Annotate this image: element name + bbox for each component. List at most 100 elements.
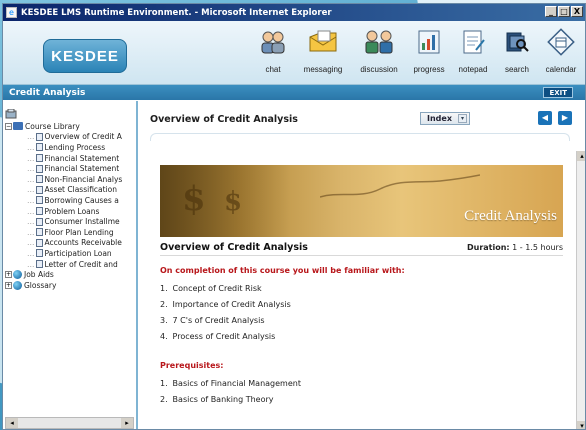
collapse-box-icon[interactable]: −: [5, 122, 12, 130]
library-icon: [5, 109, 17, 119]
objective-text: Importance of Credit Analysis: [172, 300, 291, 309]
tree-item[interactable]: … Non-Financial Analys: [5, 174, 136, 185]
scroll-right-arrow-icon[interactable]: ▸: [121, 418, 133, 428]
notepad-button[interactable]: notepad: [451, 25, 495, 74]
chat-button[interactable]: chat: [251, 25, 295, 74]
notepad-label: notepad: [458, 65, 488, 74]
expand-box-icon[interactable]: +: [5, 281, 12, 289]
course-title: Credit Analysis: [9, 87, 86, 98]
tree-item-label: Financial Statement: [44, 164, 120, 174]
tree-item-label: Consumer Installme: [44, 217, 120, 227]
tree-item-label: Accounts Receivable: [44, 238, 122, 248]
page-icon: [35, 249, 43, 258]
lesson-content: $ $ Credit Analysis Overview of Credit A…: [160, 143, 563, 429]
expand-box-icon[interactable]: +: [5, 271, 12, 279]
page-icon: [35, 185, 43, 194]
tree-group-job-aids[interactable]: + Job Aids: [5, 269, 136, 280]
tree-item-label: Overview of Credit A: [44, 132, 122, 142]
list-item: 2. Importance of Credit Analysis: [160, 297, 563, 313]
folder-icon: [13, 122, 23, 131]
maximize-button[interactable]: □: [558, 6, 570, 17]
dollar-sign-graphic: $: [224, 187, 243, 217]
tree-item-label: Letter of Credit and: [44, 259, 118, 269]
messaging-button[interactable]: messaging: [295, 25, 351, 74]
globe-icon: [13, 270, 22, 280]
content-pane: Overview of Credit Analysis Index ▾ ◀ ▶ …: [140, 101, 585, 429]
page-icon: [35, 196, 43, 205]
exit-button[interactable]: EXIT: [543, 87, 573, 98]
chat-label: chat: [265, 65, 281, 74]
tree-item-label: Asset Classification: [44, 185, 118, 195]
list-item: 2. Basics of Banking Theory: [160, 392, 563, 408]
objective-text: Concept of Credit Risk: [172, 284, 262, 293]
tree-item[interactable]: … Borrowing Causes a: [5, 195, 136, 206]
duration-label: Duration:: [466, 243, 510, 252]
tree-item[interactable]: … Participation Loan: [5, 248, 136, 259]
tree-item[interactable]: … Floor Plan Lending: [5, 227, 136, 238]
calendar-icon: [547, 28, 575, 56]
course-header-row: Overview of Credit Analysis Duration: 1 …: [160, 240, 563, 256]
duration-value: 1 - 1.5 hours: [512, 243, 563, 252]
tree-item[interactable]: … Accounts Receivable: [5, 238, 136, 249]
calendar-button[interactable]: calendar: [539, 25, 583, 74]
tree-group-glossary[interactable]: + Glossary: [5, 280, 136, 291]
index-label: Index: [427, 114, 452, 123]
dollar-sign-graphic: $: [182, 179, 206, 219]
page-icon: [35, 143, 43, 152]
search-label: search: [504, 65, 529, 74]
tree-item[interactable]: … Lending Process: [5, 142, 136, 153]
close-button[interactable]: X: [571, 6, 583, 17]
list-item: 3. 7 C's of Credit Analysis: [160, 313, 563, 329]
page-icon: [35, 207, 43, 216]
ie-icon: e: [6, 7, 17, 18]
index-dropdown[interactable]: Index ▾: [420, 112, 470, 125]
tree-item[interactable]: … Asset Classification: [5, 185, 136, 196]
lms-header: KESDEE chat messaging discussion progres…: [3, 21, 585, 85]
logo-text: KESDEE: [51, 47, 119, 65]
previous-page-button[interactable]: ◀: [538, 111, 552, 125]
prerequisite-text: Basics of Banking Theory: [172, 395, 274, 404]
window-controls: _ □ X: [545, 6, 583, 17]
page-icon: [35, 228, 43, 237]
page-icon: [35, 175, 43, 184]
discussion-button[interactable]: discussion: [351, 25, 407, 74]
notepad-icon: [463, 30, 485, 54]
browser-window: e KESDEE LMS Runtime Environment. - Micr…: [2, 3, 586, 430]
search-button[interactable]: search: [495, 25, 539, 74]
tree-item-label: Non-Financial Analys: [44, 174, 123, 184]
tree-toolbar: [5, 107, 136, 121]
objective-text: 7 C's of Credit Analysis: [172, 316, 265, 325]
course-bar: Credit Analysis EXIT: [3, 85, 585, 100]
tree-item[interactable]: … Financial Statement: [5, 153, 136, 164]
tree-item[interactable]: … Overview of Credit A: [5, 132, 136, 143]
tree-item[interactable]: … Problem Loans: [5, 206, 136, 217]
page-icon: [35, 260, 43, 269]
scroll-left-arrow-icon[interactable]: ◂: [6, 418, 18, 428]
page-icon: [35, 132, 43, 141]
content-frame-edge: [150, 133, 570, 141]
tree-item-label: Participation Loan: [44, 248, 112, 258]
course-tree: − Course Library … Overview of Credit A ……: [5, 107, 136, 413]
progress-button[interactable]: progress: [407, 25, 451, 74]
list-item: 1. Basics of Financial Management: [160, 376, 563, 392]
tree-root-label: Course Library: [25, 121, 80, 131]
page-icon: [35, 154, 43, 163]
page-icon: [35, 164, 43, 173]
chart-line-graphic: [320, 174, 480, 198]
tree-item-label: Floor Plan Lending: [44, 227, 114, 237]
prerequisites-list: 1. Basics of Financial Management 2. Bas…: [160, 376, 563, 408]
tree-item[interactable]: … Consumer Installme: [5, 216, 136, 227]
dropdown-arrow-icon: ▾: [458, 114, 467, 123]
content-vertical-scrollbar[interactable]: ▴ ▾: [576, 151, 585, 429]
tree-item[interactable]: … Letter of Credit and: [5, 259, 136, 270]
scroll-up-arrow-icon[interactable]: ▴: [577, 151, 585, 161]
tree-root[interactable]: − Course Library: [5, 121, 136, 132]
window-title: KESDEE LMS Runtime Environment. - Micros…: [21, 7, 332, 18]
duration: Duration: 1 - 1.5 hours: [467, 243, 563, 252]
messaging-icon: [309, 30, 337, 52]
next-page-button[interactable]: ▶: [558, 111, 572, 125]
scroll-down-arrow-icon[interactable]: ▾: [577, 421, 585, 429]
tree-horizontal-scrollbar[interactable]: ◂ ▸: [5, 417, 134, 429]
minimize-button[interactable]: _: [545, 6, 557, 17]
tree-item[interactable]: … Financial Statement: [5, 163, 136, 174]
